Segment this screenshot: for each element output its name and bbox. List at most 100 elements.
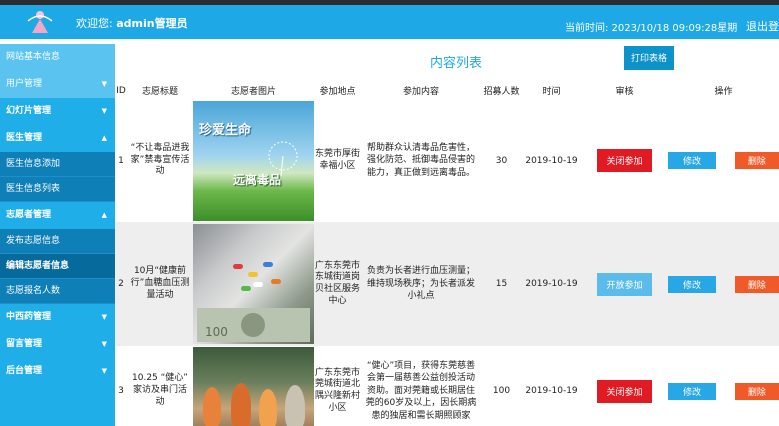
- header-bar: 欢迎您: admin管理员 当前时间: 2023/10/18 09:09:28星…: [0, 5, 779, 39]
- volunteer-image: [193, 347, 314, 426]
- sidebar-item-label: 医生管理: [6, 133, 43, 143]
- row-title: 10.25 “健心” 家访及串门活动: [127, 346, 193, 426]
- delete-button[interactable]: 删除: [734, 382, 779, 400]
- sidebar-item-label: 志愿者管理: [6, 210, 52, 220]
- sidebar-item-label: 医生信息添加: [6, 159, 61, 169]
- sidebar-item-messages[interactable]: 留言管理 ▼: [0, 331, 115, 358]
- column-header: ID: [116, 85, 126, 96]
- sidebar-item-volunteers[interactable]: 志愿者管理 ▲: [0, 202, 115, 229]
- sidebar-item-edit-volunteer[interactable]: 编辑志愿者信息: [0, 254, 115, 279]
- dandelion-icon: [268, 141, 298, 176]
- sidebar-item-publish-volunteer[interactable]: 发布志愿信息: [0, 229, 115, 254]
- row-time: 2019-10-19: [522, 346, 581, 426]
- row-content: 负责为长者进行血压测量；维持现场秩序；为长者派发小礼点: [361, 222, 481, 346]
- chevron-down-icon: ▼: [101, 340, 107, 348]
- row-image-cell: 珍爱生命 远离毒品: [193, 99, 314, 222]
- row-audit-cell: 关闭参加: [581, 346, 668, 426]
- row-audit-cell: 关闭参加: [581, 99, 668, 222]
- row-actions-cell: 修改 删除: [668, 99, 779, 222]
- welcome-prefix: 欢迎您:: [76, 17, 113, 30]
- sidebar-item-label: 志愿报名人数: [6, 286, 61, 296]
- open-signup-button[interactable]: 开放参加: [597, 272, 652, 296]
- sidebar-item-doctor-list[interactable]: 医生信息列表: [0, 177, 115, 202]
- row-image-cell: [193, 346, 314, 426]
- chevron-up-icon: ▲: [101, 134, 107, 142]
- column-header: 志愿标题: [141, 87, 178, 97]
- row-actions-cell: 修改 删除: [668, 222, 779, 346]
- volunteer-image: 珍爱生命 远离毒品: [193, 100, 314, 221]
- sidebar: 网站基本信息 用户管理 ▼ 幻灯片管理 ▼ 医生管理 ▲ 医生信息添加 医生信息…: [0, 44, 115, 426]
- column-header: 招募人数: [483, 87, 520, 97]
- row-count: 30: [481, 99, 522, 222]
- row-id: 3: [115, 346, 127, 426]
- sidebar-item-label: 网站基本信息: [6, 52, 61, 62]
- banknote-icon: 100: [197, 308, 310, 342]
- sidebar-item-doctor-add[interactable]: 医生信息添加: [0, 152, 115, 177]
- row-content: “健心”项目，获得东莞慈善会第一届慈善公益创投活动资助。面对莞籍或长期居住莞的6…: [361, 346, 481, 426]
- delete-button[interactable]: 删除: [734, 152, 779, 169]
- welcome-text: 欢迎您: admin管理员: [76, 15, 188, 31]
- sidebar-item-medicine[interactable]: 中西药管理 ▼: [0, 304, 115, 331]
- sidebar-item-doctors[interactable]: 医生管理 ▲: [0, 125, 115, 152]
- logo-icon: [27, 11, 53, 33]
- chevron-down-icon: ▼: [101, 107, 107, 115]
- column-header: 志愿者图片: [230, 87, 276, 97]
- sidebar-item-user-management[interactable]: 用户管理 ▼: [0, 71, 115, 98]
- print-table-button[interactable]: 打印表格: [624, 46, 674, 70]
- svg-text:100: 100: [205, 325, 228, 339]
- column-header: 审核: [615, 87, 634, 97]
- column-header: 时间: [542, 87, 561, 97]
- table-header-row: ID 志愿标题 志愿者图片 参加地点 参加内容 招募人数 时间 审核 操作: [115, 82, 779, 99]
- row-count: 15: [481, 222, 522, 346]
- chevron-down-icon: ▼: [101, 80, 107, 88]
- volunteer-image: 100: [193, 224, 314, 344]
- table-row: 1 “不让毒品进我家”禁毒宣传活动 珍爱生命 远离毒品 东莞市厚街幸福小区 帮助…: [115, 99, 779, 222]
- row-place: 东莞市厚街幸福小区: [314, 99, 361, 222]
- table-row: 2 10月“健康前行”血糖血压测量活动 100 广东东莞市东城街道岗贝社区服务中…: [115, 222, 779, 346]
- table-row: 3 10.25 “健心” 家访及串门活动 广东东莞市莞城街道北隅兴隆新村小区 “…: [115, 346, 779, 426]
- chevron-down-icon: ▼: [101, 313, 107, 321]
- page-title: 内容列表: [430, 56, 483, 71]
- close-signup-button[interactable]: 关闭参加: [597, 149, 652, 172]
- column-header: 参加内容: [402, 87, 439, 97]
- sidebar-item-label: 幻灯片管理: [6, 106, 52, 116]
- delete-button[interactable]: 删除: [734, 275, 779, 293]
- row-place: 广东东莞市莞城街道北隅兴隆新村小区: [314, 346, 361, 426]
- row-time: 2019-10-19: [522, 222, 581, 346]
- close-signup-button[interactable]: 关闭参加: [597, 379, 652, 403]
- row-audit-cell: 开放参加: [581, 222, 668, 346]
- column-header: 操作: [714, 87, 733, 97]
- chevron-down-icon: ▼: [101, 367, 107, 375]
- sidebar-item-backend[interactable]: 后台管理 ▼: [0, 358, 115, 385]
- sidebar-item-site-info[interactable]: 网站基本信息: [0, 44, 115, 71]
- chevron-up-icon: ▲: [101, 211, 107, 219]
- username: admin管理员: [116, 17, 188, 30]
- edit-button[interactable]: 修改: [668, 275, 717, 293]
- row-count: 100: [481, 346, 522, 426]
- sidebar-item-slides[interactable]: 幻灯片管理 ▼: [0, 98, 115, 125]
- row-actions-cell: 修改 删除: [668, 346, 779, 426]
- row-title: 10月“健康前行”血糖血压测量活动: [127, 222, 193, 346]
- row-content: 帮助群众认清毒品危害性，强化防范、抵御毒品侵害的能力，真正做到远离毒品。: [361, 99, 481, 222]
- sidebar-item-label: 中西药管理: [6, 312, 52, 322]
- row-id: 1: [115, 99, 127, 222]
- row-image-cell: 100: [193, 222, 314, 346]
- volunteer-table: ID 志愿标题 志愿者图片 参加地点 参加内容 招募人数 时间 审核 操作 1 …: [115, 82, 779, 426]
- sidebar-item-label: 医生信息列表: [6, 184, 61, 194]
- sidebar-item-label: 用户管理: [6, 79, 43, 89]
- row-id: 2: [115, 222, 127, 346]
- edit-button[interactable]: 修改: [668, 382, 717, 400]
- row-time: 2019-10-19: [522, 99, 581, 222]
- logout-link[interactable]: 退出登录: [746, 18, 779, 34]
- sidebar-item-label: 留言管理: [6, 339, 43, 349]
- column-header: 参加地点: [319, 87, 356, 97]
- row-place: 广东东莞市东城街道岗贝社区服务中心: [314, 222, 361, 346]
- sidebar-item-label: 编辑志愿者信息: [6, 261, 70, 271]
- sidebar-item-volunteer-signups[interactable]: 志愿报名人数: [0, 279, 115, 304]
- sidebar-item-label: 发布志愿信息: [6, 236, 61, 246]
- row-title: “不让毒品进我家”禁毒宣传活动: [127, 99, 193, 222]
- image-text: 珍爱生命: [199, 122, 252, 138]
- edit-button[interactable]: 修改: [668, 152, 717, 169]
- current-time: 当前时间: 2023/10/18 09:09:28星期: [565, 23, 738, 34]
- main-content: 内容列表 打印表格 ID 志愿标题 志愿者图片 参加地点 参加内容 招募人数 时…: [115, 39, 779, 426]
